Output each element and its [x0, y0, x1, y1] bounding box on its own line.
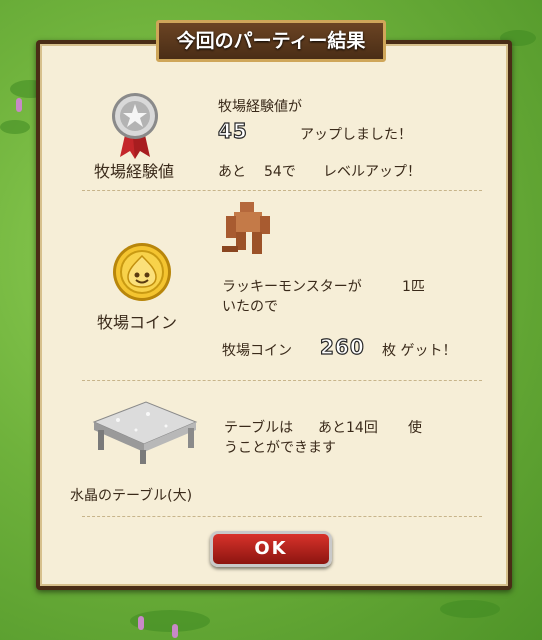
- ranch-coin-line1a: ラッキーモンスターが: [222, 279, 362, 295]
- divider: [82, 516, 482, 517]
- table-line1c: 使: [408, 420, 422, 436]
- ranch-exp-remaining-value: 54で: [264, 164, 296, 180]
- grass-patch: [440, 600, 500, 618]
- crystal-table-label: 水晶のテーブル(大): [70, 488, 193, 504]
- ranch-exp-remaining-prefix: あと: [218, 164, 246, 180]
- flower: [172, 624, 178, 638]
- ranch-coin-line2: いたので: [222, 299, 278, 315]
- ranch-exp-label: 牧場経験値: [94, 162, 175, 181]
- divider: [82, 380, 482, 381]
- silver-medal-icon: [110, 91, 160, 165]
- dialog-title: 今回のパーティー結果: [156, 20, 386, 62]
- divider: [82, 190, 482, 191]
- result-dialog: 牧場経験値 牧場経験値が 45 アップしました！ あと 54で レベルアップ！: [36, 40, 512, 590]
- ranch-coin-earn-prefix: 牧場コイン: [222, 343, 292, 359]
- ranch-coin-line1b: 1匹: [402, 279, 425, 295]
- ranch-exp-remaining-suffix: レベルアップ！: [323, 164, 421, 180]
- ranch-exp-line2: アップしました！: [300, 127, 412, 143]
- monster-statue-icon: [220, 196, 282, 262]
- table-line2: うことができます: [224, 440, 336, 456]
- slime-coin-icon: [112, 242, 172, 306]
- table-line1b: あと14回: [318, 420, 378, 436]
- result-panel: 牧場経験値 牧場経験値が 45 アップしました！ あと 54で レベルアップ！: [40, 44, 508, 586]
- table-line1a: テーブルは: [224, 420, 294, 436]
- grass-patch: [0, 120, 30, 134]
- ranch-coin-label: 牧場コイン: [97, 313, 178, 332]
- ranch-exp-value: 45: [217, 118, 248, 143]
- flower: [16, 98, 22, 112]
- ranch-exp-line1: 牧場経験値が: [218, 99, 302, 115]
- crystal-table-icon: [88, 400, 200, 470]
- flower: [138, 616, 144, 630]
- ok-button[interactable]: OK: [210, 531, 332, 567]
- ranch-coin-value: 260: [319, 334, 365, 359]
- ranch-coin-earn-suffix: 枚 ゲット！: [382, 343, 457, 359]
